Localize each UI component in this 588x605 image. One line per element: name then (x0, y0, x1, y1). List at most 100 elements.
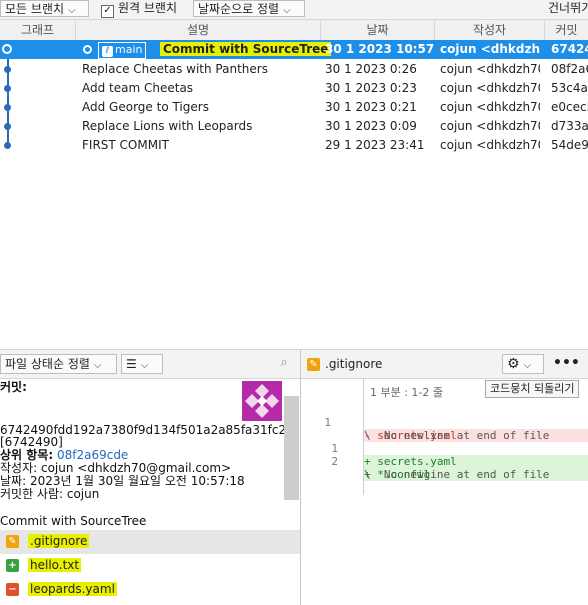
discard-hunk-button[interactable]: 코드뭉치 되돌리기 (485, 380, 580, 398)
author-line: 작성자: cojun <dhkdzh70@gmail.com> (0, 461, 232, 475)
date-line: 날짜: 2023년 1월 30일 월요일 오전 10:57:18 (0, 474, 245, 488)
diff-options-dropdown[interactable]: ⚙ ⌵ (502, 354, 544, 374)
file-sort-label: 파일 상태순 정렬 (5, 357, 90, 371)
commit-author: cojun <dhkdzh70 (440, 138, 540, 152)
avatar (242, 381, 282, 421)
commit-date: 30 1 2023 0:09 (325, 119, 417, 133)
file-name-text: .gitignore (28, 534, 90, 548)
diff-line-text: \ No newline at end of file (364, 468, 550, 481)
chevron-down-icon: ⌵ (523, 360, 532, 371)
gear-icon: ⚙ (507, 356, 520, 372)
branches-dropdown-label: 모든 브랜치 (5, 2, 65, 16)
commit-row[interactable]: ℓ main Commit with SourceTree 30 1 2023 1… (0, 40, 588, 59)
commit-row[interactable]: Add team Cheetas 30 1 2023 0:23 cojun <d… (0, 79, 588, 98)
diff-line: 2 + *.config (301, 442, 588, 481)
commit-dot (4, 104, 11, 111)
pencil-icon: ✎ (6, 535, 19, 548)
column-commit[interactable]: 커밋 (545, 20, 588, 40)
file-name: hello.txt (25, 557, 84, 574)
file-name-text: hello.txt (28, 558, 82, 572)
sort-dropdown-label: 날짜순으로 정렬 (198, 2, 280, 16)
commit-hash: 08f2a6 (551, 62, 588, 76)
file-name-text: leopards.yaml (28, 582, 117, 596)
diff-toolbar: ✎ .gitignore ⚙ ⌵ ••• (301, 349, 588, 379)
column-description[interactable]: 설명 (76, 20, 321, 40)
commit-date: 30 1 2023 0:21 (325, 100, 417, 114)
chevron-down-icon: ⌵ (283, 5, 291, 16)
commit-author: cojun <dhkdzh70 (440, 62, 540, 76)
column-graph[interactable]: 그래프 (0, 20, 76, 40)
search-icon[interactable]: ⌕ (276, 355, 292, 371)
short-hash: [6742490] (0, 435, 63, 449)
commit-dot (4, 142, 11, 149)
hunk-header: 1 부분 : 1-2 줄 (370, 386, 444, 399)
commit-label: 커밋: (0, 380, 27, 394)
commit-list-header: 그래프 설명 날짜 작성자 커밋 (0, 20, 588, 41)
commit-dot (4, 85, 11, 92)
file-name: .gitignore (25, 533, 92, 550)
committer-line: 커밋한 사람: cojun (0, 487, 100, 501)
diff-line: \ No newline at end of file (301, 455, 588, 481)
commit-message: Add George to Tigers (82, 100, 209, 114)
chevron-down-icon: ⌵ (68, 5, 76, 16)
minus-icon: − (6, 583, 19, 596)
branch-icon: ℓ (102, 46, 113, 57)
commit-row[interactable]: Replace Cheetas with Panthers 30 1 2023 … (0, 60, 588, 79)
commit-hash: d733a9 (551, 119, 588, 133)
column-author[interactable]: 작성자 (435, 20, 545, 40)
parent-line: 상위 항목: 08f2a69cde (0, 449, 128, 462)
skip-button[interactable]: 건너뛰기 (548, 0, 588, 19)
commit-row[interactable]: FIRST COMMIT 29 1 2023 23:41 cojun <dhkd… (0, 136, 588, 155)
identicon-icon (242, 381, 282, 421)
file-sort-dropdown[interactable]: 파일 상태순 정렬 ⌵ (0, 354, 117, 374)
commit-message: Replace Cheetas with Panthers (82, 62, 268, 76)
commit-dot (4, 123, 11, 130)
list-icon: ☰ (126, 357, 137, 371)
more-icon[interactable]: ••• (553, 355, 580, 371)
diff-file-name: .gitignore (325, 357, 383, 371)
parent-label: 상위 항목: (0, 448, 54, 462)
parent-hash-link[interactable]: 08f2a69cde (57, 448, 128, 462)
commit-message: Add team Cheetas (82, 81, 194, 95)
commit-full-message: Commit with SourceTree (0, 514, 147, 528)
branch-name: main (115, 43, 143, 56)
commit-hash: 674249 (551, 42, 588, 56)
commit-message: Commit with SourceTree (160, 40, 332, 59)
file-name: leopards.yaml (25, 581, 120, 598)
checkbox-icon[interactable]: ✓ (101, 5, 114, 18)
view-mode-dropdown[interactable]: ☰ ⌵ (121, 354, 163, 374)
sort-dropdown[interactable]: 날짜순으로 정렬 ⌵ (193, 0, 305, 17)
commit-hash: 53c4ac (551, 81, 588, 95)
commit-details: 커밋: 6742490fdd192a7380f9d134f501a2a85fa3… (0, 378, 286, 528)
file-list-toolbar: 파일 상태순 정렬 ⌵ ☰ ⌵ ⌕ (0, 349, 300, 379)
commit-date: 30 1 2023 0:26 (325, 62, 417, 76)
file-row[interactable]: ✎ .gitignore (0, 530, 300, 554)
commit-message-text: Commit with SourceTree (160, 42, 332, 56)
commit-message: FIRST COMMIT (82, 138, 169, 152)
details-scrollbar[interactable] (284, 396, 299, 500)
commit-author: cojun <dhkdzh70 (440, 119, 540, 133)
diff-line: 1 - secrets.yaml (301, 403, 588, 442)
remote-branches-toggle[interactable]: ✓ 원격 브랜치 (101, 0, 177, 19)
branches-dropdown[interactable]: 모든 브랜치 ⌵ (0, 0, 89, 17)
commit-row[interactable]: Add George to Tigers 30 1 2023 0:21 coju… (0, 98, 588, 117)
diff-line: \ No newline at end of file (301, 416, 588, 442)
diff-line: 1 + secrets.yaml (301, 429, 588, 468)
commit-message: Replace Lions with Leopards (82, 119, 253, 133)
remote-branches-label: 원격 브랜치 (118, 1, 178, 15)
file-row[interactable]: + hello.txt (0, 554, 300, 578)
commit-author: cojun <dhkdzh70 (440, 100, 540, 114)
commit-hash: 54de90 (551, 138, 588, 152)
commit-dot (4, 66, 11, 73)
file-row[interactable]: − leopards.yaml (0, 578, 300, 602)
branch-label-main[interactable]: ℓ main (98, 42, 147, 59)
column-date[interactable]: 날짜 (321, 20, 435, 40)
commit-author: cojun <dhkdzh70 (440, 42, 540, 56)
commit-row[interactable]: Replace Lions with Leopards 30 1 2023 0:… (0, 117, 588, 136)
commit-date: 30 1 2023 0:23 (325, 81, 417, 95)
plus-icon: + (6, 559, 19, 572)
commit-date: 29 1 2023 23:41 (325, 138, 425, 152)
commit-date: 30 1 2023 10:57 (325, 42, 435, 56)
top-toolbar: 모든 브랜치 ⌵ ✓ 원격 브랜치 날짜순으로 정렬 ⌵ 건너뛰기 (0, 0, 588, 20)
diff-view: 1 부분 : 1-2 줄 코드뭉치 되돌리기 1 - secrets.yaml … (301, 378, 588, 605)
